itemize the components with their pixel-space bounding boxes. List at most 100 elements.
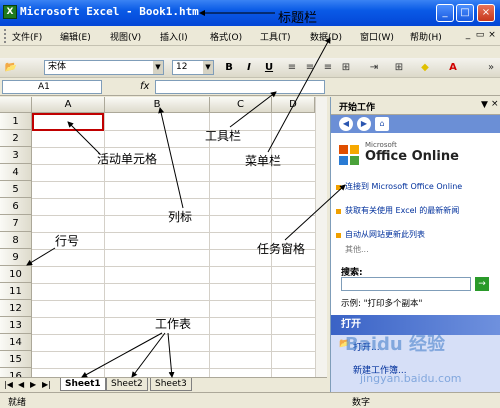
annotation-toolbar: 工具栏 [205,129,242,143]
chevron-down-icon[interactable]: ▼ [153,61,163,74]
name-box[interactable]: A1 [2,80,102,94]
menu-help[interactable]: 帮助(H) [410,30,442,43]
menu-insert[interactable]: 插入(I) [160,30,188,43]
excel-app-icon[interactable]: X [3,5,17,19]
link-latest-news[interactable]: 获取有关使用 Excel 的最新新闻 [345,206,495,216]
bullet-icon [336,185,341,190]
back-icon[interactable]: ◀ [339,117,353,131]
vertical-scrollbar[interactable] [315,97,327,377]
task-pane-close-icon[interactable]: × [491,99,499,109]
row-header[interactable]: 14 [0,334,32,351]
menu-file[interactable]: 文件(F) [12,30,42,43]
link-more[interactable]: 其他... [345,245,495,255]
tab-sheet2[interactable]: Sheet2 [106,378,148,391]
search-go-button[interactable]: → [475,277,489,291]
active-cell-a1[interactable] [32,113,104,131]
italic-button[interactable]: I [242,61,256,75]
menu-window[interactable]: 窗口(W) [360,30,394,43]
first-sheet-icon[interactable]: |◀ [4,380,13,389]
link-auto-update[interactable]: 自动从网站更新此列表 [345,230,495,240]
underline-button[interactable]: U [262,61,276,75]
row-header[interactable]: 8 [0,232,32,249]
merge-center-icon[interactable]: ⊞ [339,61,353,75]
borders-icon[interactable]: ⊞ [392,61,406,75]
worksheet-grid[interactable]: A B C D 1 2 3 4 5 6 7 8 9 10 11 12 13 14… [0,97,327,377]
bold-button[interactable]: B [222,61,236,75]
window-title: Microsoft Excel - Book1.htm [20,5,199,18]
font-name-select[interactable]: 宋体 ▼ [44,60,164,75]
folder-icon[interactable]: 📂 [4,61,18,75]
row-header[interactable]: 16 [0,368,32,377]
row-header[interactable]: 2 [0,130,32,147]
formula-input[interactable] [155,80,325,94]
row-header[interactable]: 10 [0,266,32,283]
indent-icon[interactable]: ⇥ [367,61,381,75]
search-input[interactable] [341,277,471,291]
menu-format[interactable]: 格式(O) [210,30,242,43]
font-name-value: 宋体 [48,62,67,72]
row-header[interactable]: 4 [0,164,32,181]
row-header[interactable]: 15 [0,351,32,368]
next-sheet-icon[interactable]: ▶ [30,380,36,389]
forward-icon[interactable]: ▶ [357,117,371,131]
gridline [209,113,210,377]
menu-tools[interactable]: 工具(T) [260,30,291,43]
font-size-select[interactable]: 12 ▼ [172,60,214,75]
row-header[interactable]: 1 [0,113,32,130]
row-header[interactable]: 7 [0,215,32,232]
row-header[interactable]: 6 [0,198,32,215]
toolbar-spacer [0,46,500,58]
row-header[interactable]: 11 [0,283,32,300]
row-header[interactable]: 3 [0,147,32,164]
column-header-c[interactable]: C [210,97,272,113]
gridline [32,368,327,369]
column-header-b[interactable]: B [105,97,210,113]
select-all-corner[interactable] [0,97,32,113]
column-header-a[interactable]: A [32,97,105,113]
minimize-button[interactable]: _ [436,4,454,22]
annotation-worksheet: 工作表 [155,317,192,331]
tab-sheet3[interactable]: Sheet3 [150,378,192,391]
row-header[interactable]: 12 [0,300,32,317]
maximize-button[interactable]: □ [456,4,474,22]
status-ready: 就绪 [8,398,27,408]
gridline [32,300,327,301]
toolbar-options-icon[interactable]: » [484,61,498,75]
align-right-icon[interactable]: ≡ [321,61,335,75]
task-pane-nav: ◀ ▶ ⌂ [331,115,500,133]
gridline [32,164,327,165]
font-color-icon[interactable]: A [446,61,460,75]
align-center-icon[interactable]: ≡ [303,61,317,75]
fill-color-icon[interactable]: ◆ [418,61,432,75]
gridline [32,198,327,199]
title-bar: X Microsoft Excel - Book1.htm _ □ × [0,0,500,26]
column-header-d[interactable]: D [272,97,315,113]
last-sheet-icon[interactable]: ▶| [42,380,51,389]
task-pane-dropdown-icon[interactable]: ▼ [481,100,488,110]
doc-close-button[interactable]: × [486,29,498,41]
annotation-task-pane: 任务窗格 [257,242,306,256]
close-button[interactable]: × [477,4,495,22]
doc-restore-button[interactable]: ▭ [474,29,486,41]
align-left-icon[interactable]: ≡ [285,61,299,75]
menu-edit[interactable]: 编辑(E) [60,30,91,43]
home-icon[interactable]: ⌂ [375,117,389,131]
link-connect-online[interactable]: 连接到 Microsoft Office Online [345,182,495,192]
office-online-logo[interactable]: Microsoft Office Online [337,141,497,169]
menu-data[interactable]: 数据(D) [310,30,342,43]
excel-window: X Microsoft Excel - Book1.htm _ □ × 文件(F… [0,0,500,408]
menu-view[interactable]: 视图(V) [110,30,141,43]
menu-grip-handle[interactable] [4,29,7,43]
doc-minimize-button[interactable]: _ [462,29,474,41]
tab-sheet1[interactable]: Sheet1 [60,378,106,391]
bullet-icon [336,209,341,214]
row-header[interactable]: 13 [0,317,32,334]
row-header[interactable]: 5 [0,181,32,198]
annotation-menu-bar: 菜单栏 [245,154,282,168]
chevron-down-icon[interactable]: ▼ [203,61,213,74]
name-box-value: A1 [38,82,50,92]
row-header[interactable]: 9 [0,249,32,266]
prev-sheet-icon[interactable]: ◀ [18,380,24,389]
function-icon[interactable]: fx [140,81,149,92]
logo-main-text: Office Online [365,149,459,164]
